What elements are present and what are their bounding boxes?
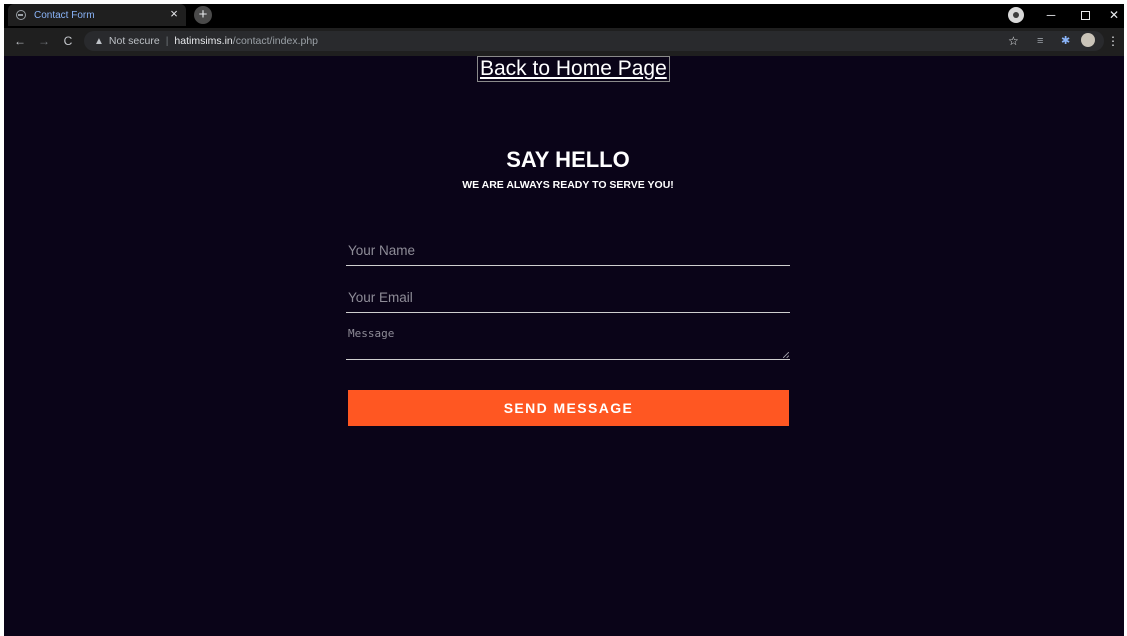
email-field-wrapper (346, 277, 790, 313)
url-host: hatimsims.in (174, 35, 233, 47)
name-input[interactable] (346, 230, 790, 265)
puzzle-extensions-icon[interactable]: ✱ (1061, 34, 1070, 48)
browser-toolbar: ← → C ▲ Not secure | hatimsims.in /conta… (4, 28, 1124, 56)
address-bar[interactable]: ▲ Not secure | hatimsims.in /contact/ind… (84, 31, 1104, 51)
send-message-button[interactable]: SEND MESSAGE (348, 390, 789, 426)
warning-icon[interactable]: ▲ (94, 36, 104, 47)
message-field-wrapper (346, 322, 790, 360)
maximize-button[interactable] (1075, 6, 1095, 24)
page-title: SAY HELLO (506, 147, 630, 172)
menu-kebab-icon[interactable]: ⋮ (1107, 33, 1119, 49)
page-content: Back to Home Page SAY HELLO WE ARE ALWAY… (4, 56, 1124, 636)
tab-title: Contact Form (34, 9, 95, 21)
url-path: /contact/index.php (232, 35, 319, 47)
tab-strip: Contact Form × + ─ ✕ (4, 4, 1124, 28)
forward-arrow-icon[interactable]: → (36, 33, 52, 49)
back-to-home-link[interactable]: Back to Home Page (477, 56, 670, 82)
avatar-icon[interactable] (1081, 33, 1095, 47)
browser-window: Contact Form × + ─ ✕ ← → C ▲ Not secure … (4, 4, 1124, 636)
tab-contact-form[interactable]: Contact Form × (8, 4, 186, 26)
url-separator: | (165, 35, 169, 47)
close-window-button[interactable]: ✕ (1104, 6, 1124, 24)
maximize-icon (1080, 11, 1090, 21)
back-arrow-icon[interactable]: ← (12, 33, 28, 49)
bookmark-star-icon[interactable]: ☆ (1008, 33, 1019, 49)
page-subtitle: WE ARE ALWAYS READY TO SERVE YOU! (462, 179, 674, 191)
resize-handle-icon[interactable] (783, 352, 789, 358)
minimize-button[interactable]: ─ (1041, 6, 1061, 24)
profile-icon[interactable] (1008, 7, 1024, 23)
reload-icon[interactable]: C (60, 33, 76, 49)
message-textarea[interactable] (346, 322, 790, 359)
name-field-wrapper (346, 230, 790, 266)
globe-icon (16, 10, 26, 20)
email-input[interactable] (346, 277, 790, 312)
new-tab-button[interactable]: + (194, 6, 212, 24)
extension-icon[interactable]: ≡ (1037, 34, 1043, 48)
security-label[interactable]: Not secure (109, 35, 160, 47)
tab-close-icon[interactable]: × (166, 6, 182, 22)
